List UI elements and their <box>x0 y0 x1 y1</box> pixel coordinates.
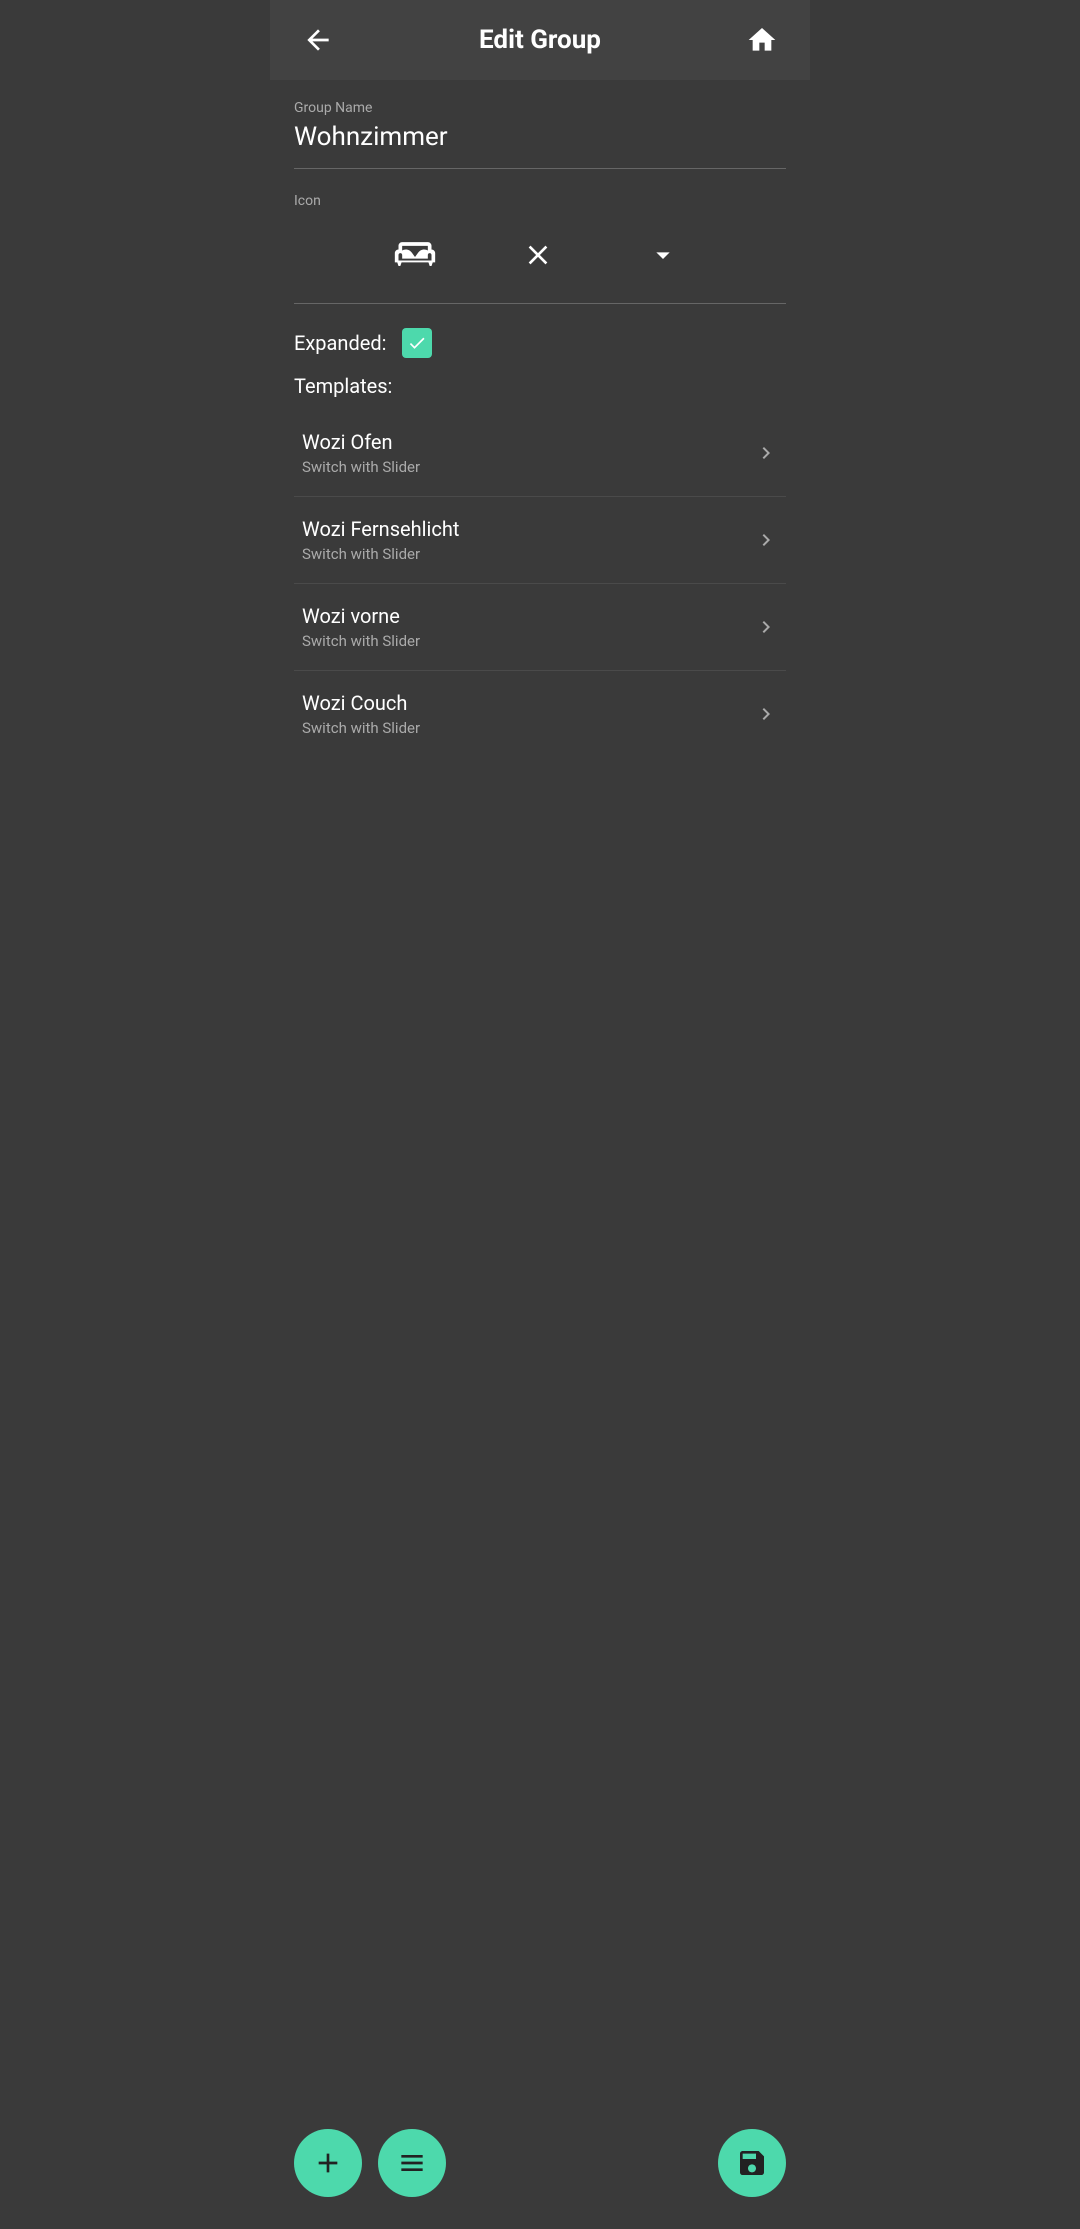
group-name-value[interactable]: Wohnzimmer <box>294 122 786 160</box>
template-type: Switch with Slider <box>302 545 459 563</box>
template-name: Wozi Couch <box>302 691 420 715</box>
home-button[interactable] <box>738 16 786 64</box>
icon-section: Icon <box>294 177 786 304</box>
group-name-divider <box>294 168 786 169</box>
main-content: Group Name Wohnzimmer Icon <box>270 80 810 757</box>
back-button[interactable] <box>294 16 342 64</box>
template-name: Wozi Ofen <box>302 430 420 454</box>
chevron-right-icon <box>754 528 778 552</box>
add-button[interactable] <box>294 2129 362 2197</box>
bottom-left-actions <box>294 2129 446 2197</box>
template-item[interactable]: Wozi vorne Switch with Slider <box>294 584 786 671</box>
icon-row <box>294 215 786 295</box>
group-name-label: Group Name <box>294 100 786 116</box>
template-type: Switch with Slider <box>302 719 420 737</box>
template-item[interactable]: Wozi Couch Switch with Slider <box>294 671 786 757</box>
page-title: Edit Group <box>479 25 601 55</box>
template-name: Wozi Fernsehlicht <box>302 517 459 541</box>
app-header: Edit Group <box>270 0 810 80</box>
expanded-label: Expanded: <box>294 331 386 355</box>
bottom-action-bar <box>270 2129 810 2229</box>
template-type: Switch with Slider <box>302 458 420 476</box>
template-type: Switch with Slider <box>302 632 420 650</box>
templates-label: Templates: <box>294 366 786 410</box>
expanded-row: Expanded: <box>294 312 786 366</box>
template-item[interactable]: Wozi Ofen Switch with Slider <box>294 410 786 497</box>
save-button[interactable] <box>718 2129 786 2197</box>
group-button[interactable] <box>378 2129 446 2197</box>
chevron-right-icon <box>754 702 778 726</box>
chevron-right-icon <box>754 615 778 639</box>
sofa-icon <box>393 233 437 277</box>
expanded-checkbox[interactable] <box>402 328 432 358</box>
clear-icon-button[interactable] <box>514 231 562 279</box>
dropdown-icon-button[interactable] <box>639 231 687 279</box>
template-item[interactable]: Wozi Fernsehlicht Switch with Slider <box>294 497 786 584</box>
template-list: Wozi Ofen Switch with Slider Wozi Fernse… <box>294 410 786 757</box>
template-name: Wozi vorne <box>302 604 420 628</box>
template-info: Wozi Ofen Switch with Slider <box>302 430 420 476</box>
template-info: Wozi vorne Switch with Slider <box>302 604 420 650</box>
icon-label: Icon <box>294 193 786 209</box>
template-info: Wozi Fernsehlicht Switch with Slider <box>302 517 459 563</box>
icon-divider <box>294 303 786 304</box>
group-name-section: Group Name Wohnzimmer <box>294 80 786 169</box>
chevron-right-icon <box>754 441 778 465</box>
template-info: Wozi Couch Switch with Slider <box>302 691 420 737</box>
